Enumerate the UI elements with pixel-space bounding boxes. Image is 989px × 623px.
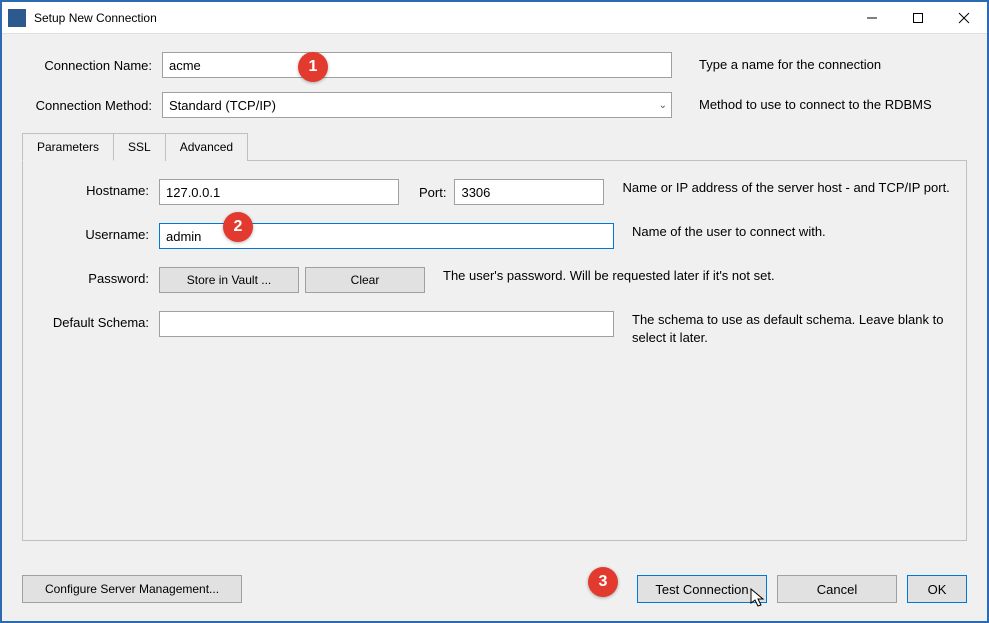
callout-3: 3: [588, 567, 618, 597]
hostname-help: Name or IP address of the server host - …: [604, 179, 950, 197]
configure-server-button[interactable]: Configure Server Management...: [22, 575, 242, 603]
port-label: Port:: [419, 185, 446, 200]
connection-name-help: Type a name for the connection: [687, 57, 967, 74]
port-input[interactable]: [454, 179, 604, 205]
setup-connection-window: Setup New Connection Connection Name: Ty…: [0, 0, 989, 623]
maximize-button[interactable]: [895, 3, 941, 33]
content-area: Connection Name: Type a name for the con…: [2, 34, 987, 551]
test-connection-button[interactable]: Test Connection: [637, 575, 767, 603]
cancel-button[interactable]: Cancel: [777, 575, 897, 603]
password-label: Password:: [39, 267, 159, 286]
password-row: Password: Store in Vault ... Clear The u…: [39, 267, 950, 293]
tab-ssl[interactable]: SSL: [113, 133, 166, 161]
callout-2: 2: [223, 212, 253, 242]
default-schema-input[interactable]: [159, 311, 614, 337]
connection-name-input[interactable]: [162, 52, 672, 78]
window-title: Setup New Connection: [34, 11, 849, 25]
connection-name-label: Connection Name:: [22, 58, 162, 73]
hostname-input[interactable]: [159, 179, 399, 205]
app-icon: [8, 9, 26, 27]
default-schema-help: The schema to use as default schema. Lea…: [614, 311, 950, 346]
connection-method-select[interactable]: Standard (TCP/IP) ⌄: [162, 92, 672, 118]
cursor-icon: [750, 588, 766, 608]
store-in-vault-button[interactable]: Store in Vault ...: [159, 267, 299, 293]
titlebar: Setup New Connection: [2, 2, 987, 34]
username-row: Username: Name of the user to connect wi…: [39, 223, 950, 249]
tab-parameters[interactable]: Parameters: [22, 133, 114, 161]
minimize-button[interactable]: [849, 3, 895, 33]
footer: Configure Server Management... Test Conn…: [22, 575, 967, 603]
connection-method-label: Connection Method:: [22, 98, 162, 113]
connection-name-row: Connection Name: Type a name for the con…: [22, 52, 967, 78]
clear-password-button[interactable]: Clear: [305, 267, 425, 293]
window-controls: [849, 3, 987, 33]
connection-method-row: Connection Method: Standard (TCP/IP) ⌄ M…: [22, 92, 967, 118]
close-button[interactable]: [941, 3, 987, 33]
tab-advanced[interactable]: Advanced: [165, 133, 248, 161]
connection-method-help: Method to use to connect to the RDBMS: [687, 97, 967, 114]
hostname-label: Hostname:: [39, 179, 159, 198]
username-label: Username:: [39, 223, 159, 242]
callout-1: 1: [298, 52, 328, 82]
hostname-row: Hostname: Port: Name or IP address of th…: [39, 179, 950, 205]
tabs: Parameters SSL Advanced: [22, 132, 967, 161]
chevron-down-icon: ⌄: [659, 100, 667, 111]
password-help: The user's password. Will be requested l…: [425, 267, 950, 285]
ok-button[interactable]: OK: [907, 575, 967, 603]
tab-body-parameters: Hostname: Port: Name or IP address of th…: [22, 161, 967, 541]
default-schema-row: Default Schema: The schema to use as def…: [39, 311, 950, 346]
username-help: Name of the user to connect with.: [614, 223, 950, 241]
default-schema-label: Default Schema:: [39, 311, 159, 330]
connection-method-value: Standard (TCP/IP): [169, 98, 276, 113]
